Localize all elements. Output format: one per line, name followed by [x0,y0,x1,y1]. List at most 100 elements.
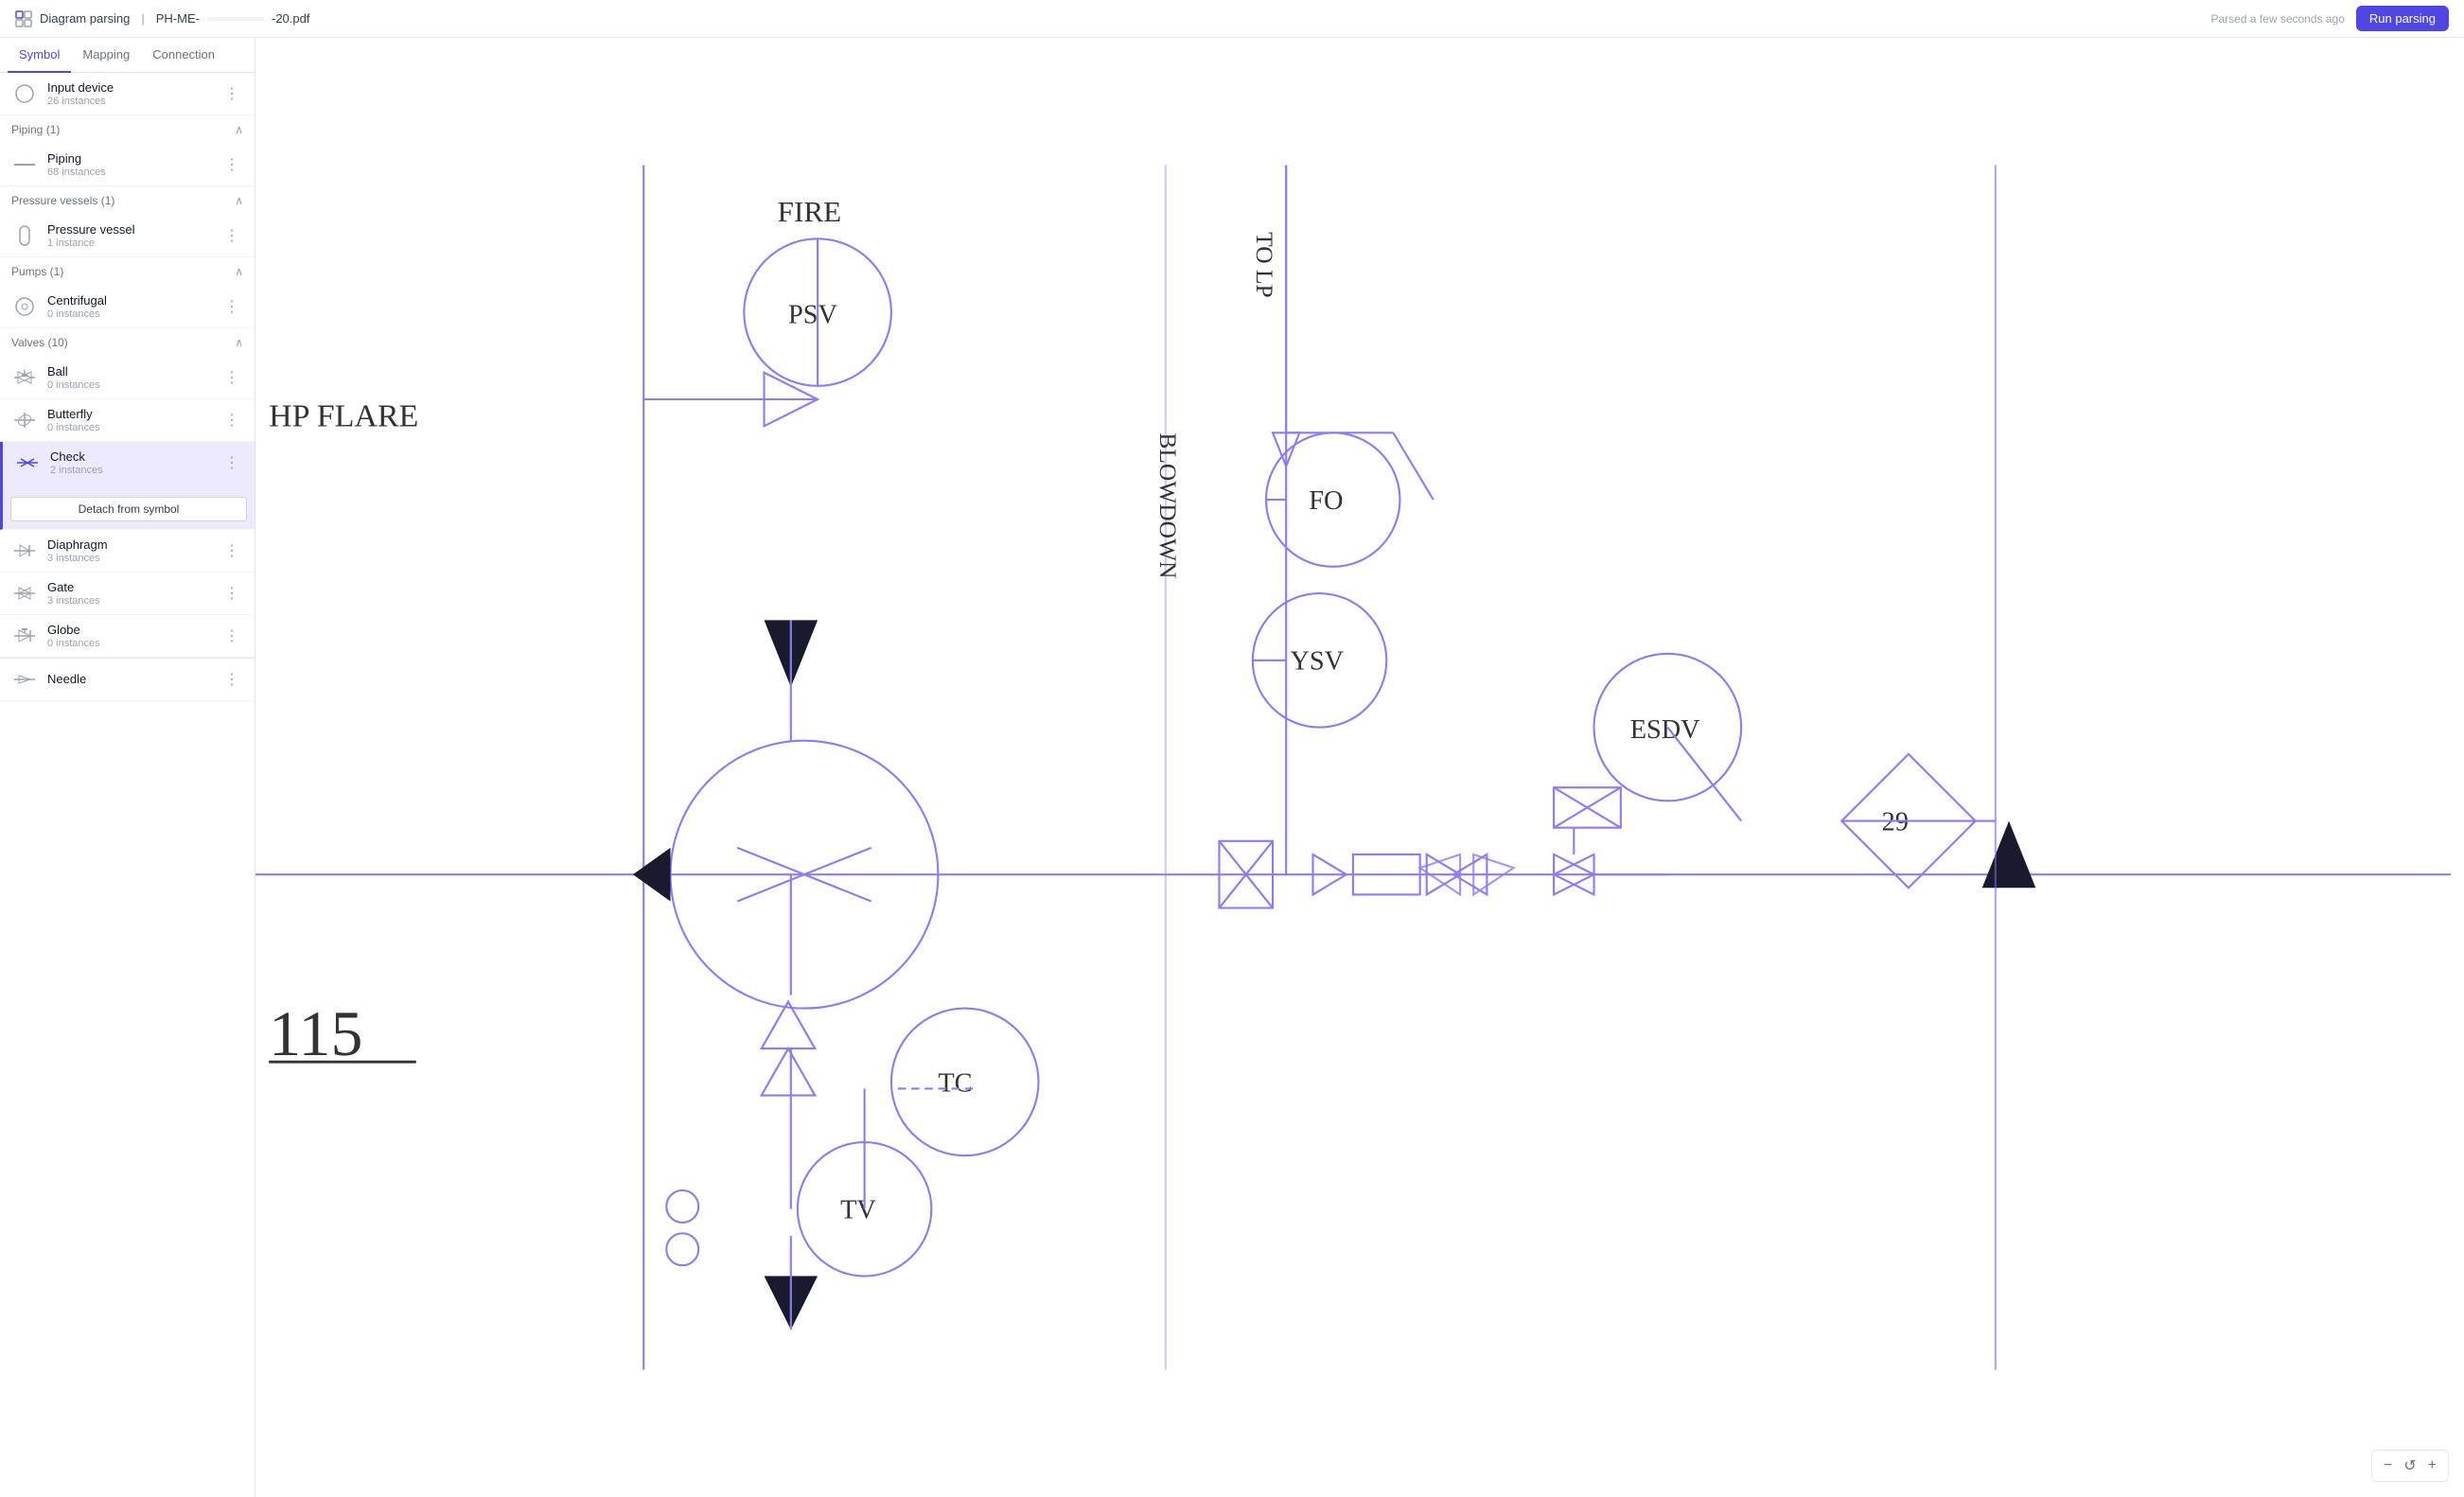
ball-icon [11,364,38,391]
canvas-area[interactable]: FIRE PSV HP FLARE BLOWDOWN TO LP FO YSV … [255,38,2464,1497]
input-device-menu-icon[interactable]: ⋮ [220,80,243,107]
svg-text:YSV: YSV [1290,647,1344,677]
symbol-info-gate: Gate 3 instances [47,580,211,607]
zoom-in-button[interactable]: + [2424,1455,2440,1476]
diagram-icon [15,10,32,27]
symbol-instances-pressure-vessel: 1 instance [47,238,211,249]
filename-prefix: PH-ME- [156,11,200,26]
symbol-info-diaphragm: Diaphragm 3 instances [47,537,211,564]
parsed-status: Parsed a few seconds ago [2210,12,2344,26]
symbol-instances-ball: 0 instances [47,379,211,391]
sidebar-item-ball[interactable]: Ball 0 instances ⋮ [0,357,255,399]
symbol-info-ball: Ball 0 instances [47,364,211,391]
chevron-pumps[interactable]: ∧ [235,265,243,278]
symbol-instances-gate: 3 instances [47,595,211,607]
chevron-valves[interactable]: ∧ [235,336,243,349]
chevron-pressure-vessels[interactable]: ∧ [235,194,243,207]
sidebar-item-diaphragm[interactable]: Diaphragm 3 instances ⋮ [0,530,255,572]
app-name: Diagram parsing [40,11,130,26]
zoom-out-button[interactable]: − [2380,1455,2396,1476]
piping-icon [11,151,38,178]
main-layout: Symbol Mapping Connection Input device 2… [0,38,2464,1497]
check-menu-icon[interactable]: ⋮ [220,449,243,476]
vessel-icon [11,222,38,249]
sidebar-item-centrifugal[interactable]: Centrifugal 0 instances ⋮ [0,286,255,328]
symbol-name-gate: Gate [47,580,211,594]
diaphragm-icon [11,537,38,564]
symbol-info-check: Check 2 instances [50,449,211,476]
zoom-controls: − ↺ + [2371,1450,2449,1482]
header-separator: | [141,11,144,26]
symbol-name-globe: Globe [47,623,211,637]
globe-menu-icon[interactable]: ⋮ [220,623,243,649]
tab-symbol[interactable]: Symbol [8,38,71,73]
symbol-name-centrifugal: Centrifugal [47,293,211,308]
needle-icon [11,666,38,693]
sidebar-item-input-device[interactable]: Input device 26 instances ⋮ [0,73,255,115]
svg-text:115: 115 [269,998,362,1069]
symbol-info-butterfly: Butterfly 0 instances [47,407,211,433]
sidebar-item-globe[interactable]: Globe 0 instances ⋮ [0,615,255,658]
symbol-name-input-device: Input device [47,80,211,95]
needle-menu-icon[interactable]: ⋮ [220,666,243,693]
symbol-instances-check: 2 instances [50,465,211,476]
symbol-instances-piping: 68 instances [47,167,211,178]
section-valves: Valves (10) ∧ [0,328,255,357]
circle-icon [11,80,38,107]
symbol-name-diaphragm: Diaphragm [47,537,211,552]
butterfly-icon [11,407,38,433]
sidebar-item-check[interactable]: Check 2 instances ⋮ Detach from symbol [0,442,255,530]
centrifugal-menu-icon[interactable]: ⋮ [220,293,243,320]
svg-text:BLOWDOWN: BLOWDOWN [1154,432,1182,578]
svg-text:PSV: PSV [788,300,837,329]
detach-from-symbol-button[interactable]: Detach from symbol [10,497,247,521]
piping-menu-icon[interactable]: ⋮ [220,151,243,178]
symbol-info-globe: Globe 0 instances [47,623,211,649]
svg-text:29: 29 [1882,807,1909,837]
svg-text:FO: FO [1309,486,1343,516]
zoom-reset-button[interactable]: ↺ [2400,1454,2420,1477]
sidebar-item-pressure-vessel[interactable]: Pressure vessel 1 instance ⋮ [0,215,255,257]
check-icon [14,449,41,476]
filename-input [207,17,264,21]
sidebar-item-needle[interactable]: Needle ⋮ [0,658,255,701]
header-right: Parsed a few seconds ago Run parsing [2210,6,2449,31]
tab-mapping[interactable]: Mapping [71,38,141,73]
sidebar-item-piping[interactable]: Piping 68 instances ⋮ [0,144,255,186]
symbol-instances-butterfly: 0 instances [47,422,211,433]
header: Diagram parsing | PH-ME- -20.pdf Parsed … [0,0,2464,38]
gate-icon [11,580,38,607]
symbol-info-pressure-vessel: Pressure vessel 1 instance [47,222,211,249]
butterfly-menu-icon[interactable]: ⋮ [220,407,243,433]
chevron-piping[interactable]: ∧ [235,123,243,136]
symbol-name-needle: Needle [47,672,211,686]
pressure-vessel-menu-icon[interactable]: ⋮ [220,222,243,249]
symbol-info-needle: Needle [47,672,211,687]
filename-suffix: -20.pdf [272,11,309,26]
svg-text:TO LP: TO LP [1251,232,1278,298]
svg-text:TC: TC [938,1068,972,1098]
sidebar-item-gate[interactable]: Gate 3 instances ⋮ [0,572,255,615]
sidebar: Symbol Mapping Connection Input device 2… [0,38,255,1497]
gate-menu-icon[interactable]: ⋮ [220,580,243,607]
section-title-pressure-vessels: Pressure vessels (1) [11,194,114,207]
svg-text:HP FLARE: HP FLARE [269,398,418,433]
symbol-info-piping: Piping 68 instances [47,151,211,178]
symbol-instances-diaphragm: 3 instances [47,553,211,564]
section-piping: Piping (1) ∧ [0,115,255,144]
section-title-pumps: Pumps (1) [11,265,63,278]
section-title-valves: Valves (10) [11,336,68,349]
ball-menu-icon[interactable]: ⋮ [220,364,243,391]
pid-diagram: FIRE PSV HP FLARE BLOWDOWN TO LP FO YSV … [255,38,2464,1497]
symbol-info-input-device: Input device 26 instances [47,80,211,107]
sidebar-tabs: Symbol Mapping Connection [0,38,255,73]
globe-icon [11,623,38,649]
run-parsing-button[interactable]: Run parsing [2356,6,2449,31]
symbol-name-pressure-vessel: Pressure vessel [47,222,211,237]
diaphragm-menu-icon[interactable]: ⋮ [220,537,243,564]
sidebar-item-butterfly[interactable]: Butterfly 0 instances ⋮ [0,399,255,442]
tab-connection[interactable]: Connection [141,38,226,73]
symbol-info-centrifugal: Centrifugal 0 instances [47,293,211,320]
centrifugal-icon [11,293,38,320]
header-left: Diagram parsing | PH-ME- -20.pdf [15,10,309,27]
